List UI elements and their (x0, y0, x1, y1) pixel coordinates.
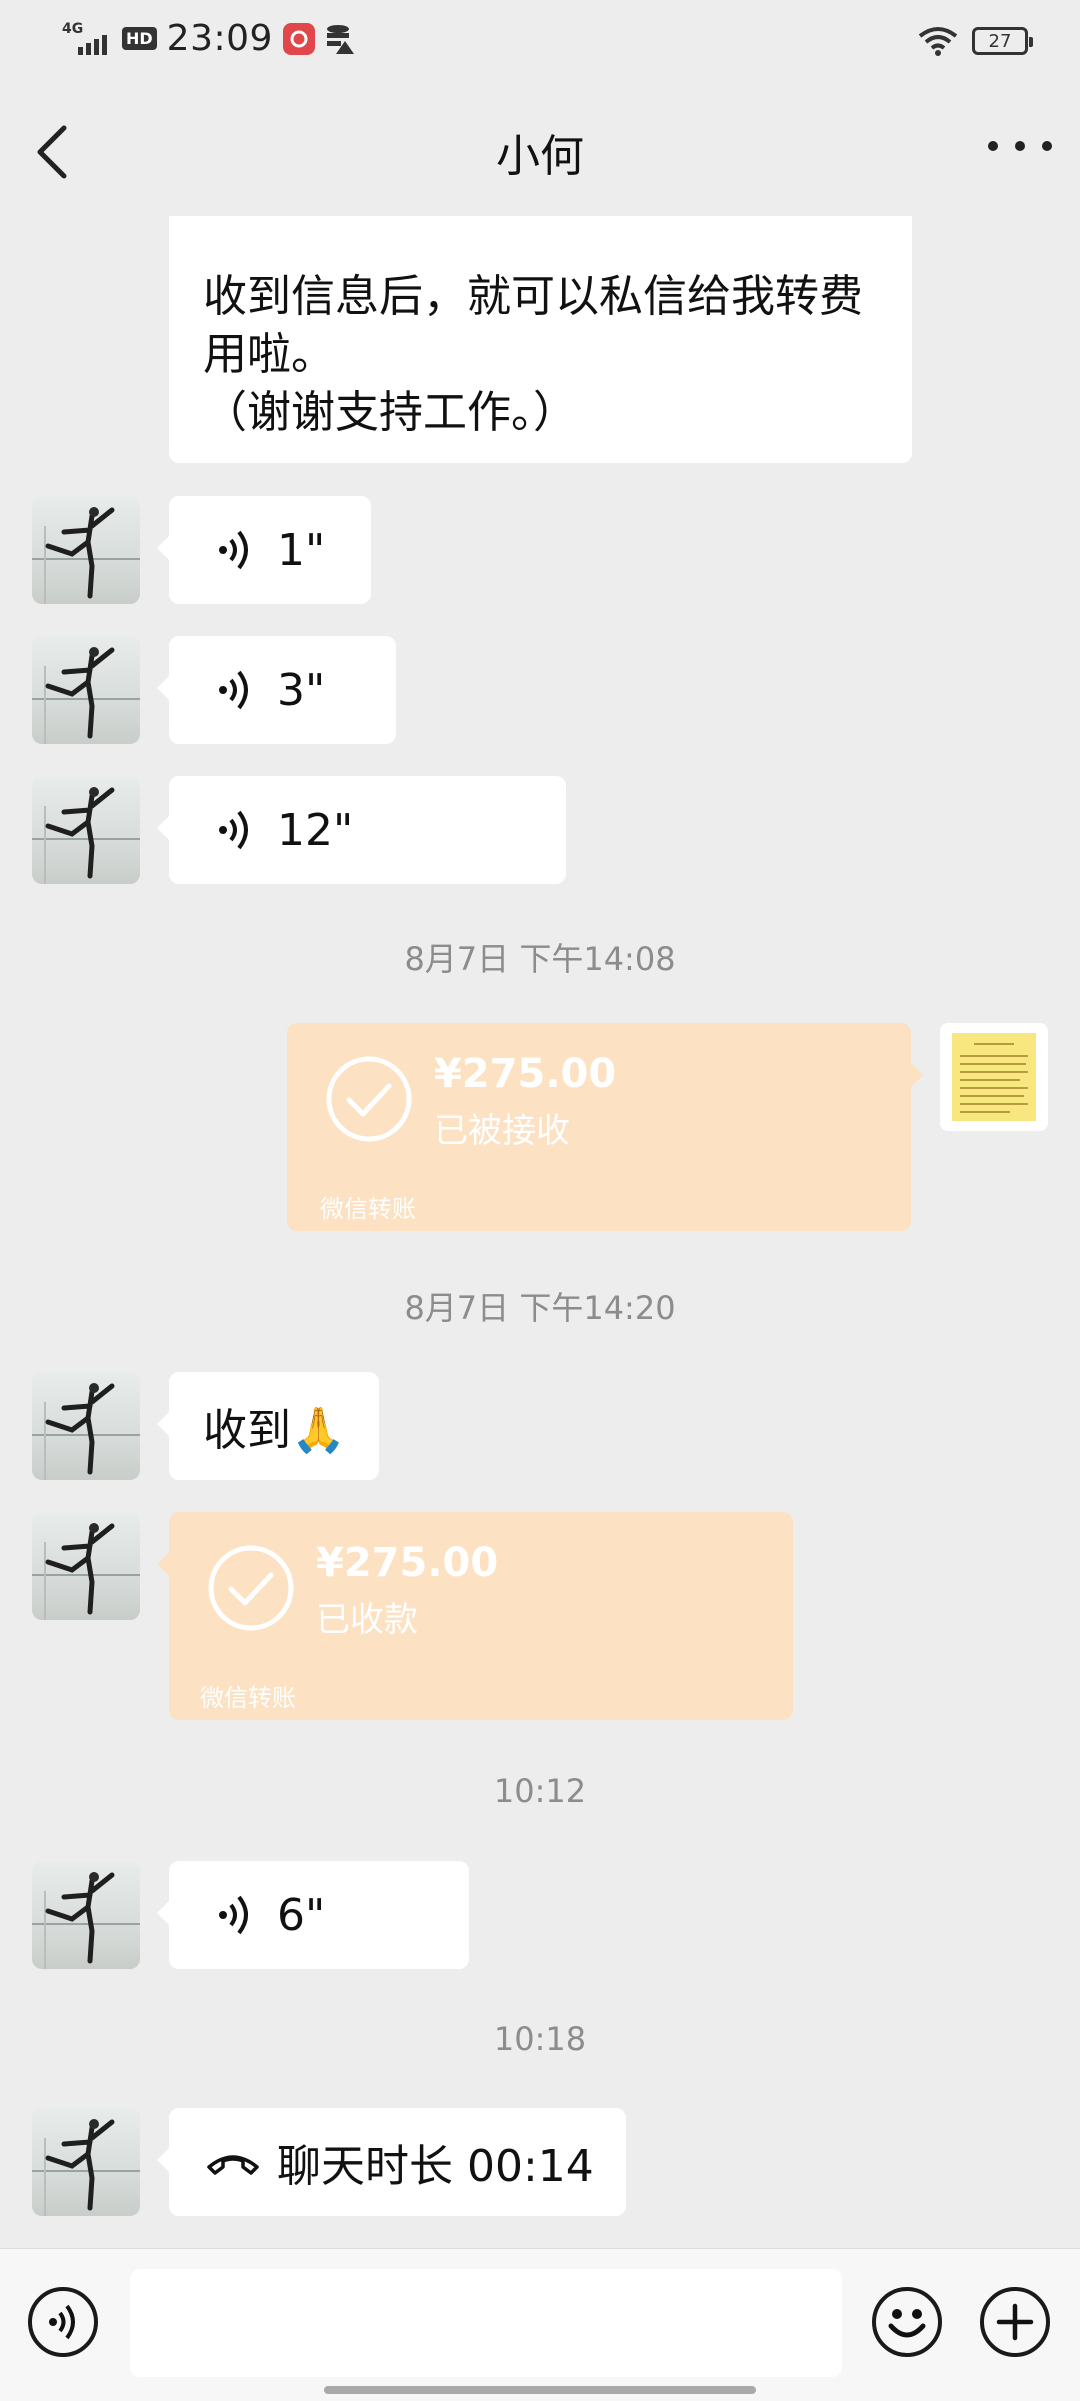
transfer-card-sent[interactable]: ¥275.00 已被接收 微信转账 (287, 1023, 923, 1231)
voice-message[interactable]: 12" (157, 776, 566, 884)
voice-toggle-icon[interactable] (28, 2287, 98, 2357)
avatar[interactable] (32, 1512, 140, 1620)
data-warning-icon (326, 24, 354, 54)
message-input[interactable] (130, 2269, 842, 2377)
status-bar: 4G HD 23:09 27 (0, 0, 1080, 86)
signal-group: 4G (62, 21, 112, 55)
signal-icon (78, 25, 107, 55)
call-duration-text: 聊天时长 00:14 (277, 2141, 594, 2192)
voice-duration: 12" (277, 804, 354, 856)
app-notification-icon (282, 22, 315, 55)
voice-wave-icon (219, 1895, 248, 1935)
voice-wave-icon (219, 670, 248, 710)
clock: 23:09 (166, 18, 273, 59)
message-text-line: 用啦。 (203, 329, 335, 380)
avatar[interactable] (32, 1861, 140, 1969)
voice-message[interactable]: 1" (157, 496, 371, 604)
timestamp: 8月7日 下午14:08 (404, 940, 676, 978)
message-text-line: （谢谢支持工作。） (203, 387, 577, 438)
avatar[interactable] (32, 636, 140, 744)
more-dots-icon[interactable] (988, 134, 1052, 158)
call-record-message[interactable]: 聊天时长 00:14 (157, 2108, 626, 2216)
emoji-icon[interactable] (872, 2287, 942, 2357)
status-left: 4G HD 23:09 (62, 18, 355, 59)
chat-title: 小何 (496, 131, 584, 182)
my-avatar[interactable] (940, 1023, 1048, 1131)
avatar[interactable] (32, 2108, 140, 2216)
voice-wave-icon (219, 530, 248, 570)
transfer-source: 微信转账 (200, 1684, 296, 1712)
transfer-source: 微信转账 (320, 1195, 416, 1223)
voice-duration: 3" (277, 664, 326, 716)
transfer-status: 已被接收 (434, 1111, 570, 1151)
timestamp: 10:18 (493, 2020, 587, 2058)
battery-level: 27 (988, 30, 1012, 52)
voice-duration: 6" (277, 1889, 326, 1941)
status-right: 27 (918, 26, 1033, 56)
input-bar (0, 2248, 1080, 2401)
voice-message[interactable]: 3" (157, 636, 396, 744)
avatar[interactable] (32, 496, 140, 604)
transfer-card-received[interactable]: ¥275.00 已收款 微信转账 (157, 1512, 793, 1720)
message-text: 收到🙏 (203, 1405, 346, 1456)
check-circle-icon (326, 1056, 412, 1142)
transfer-status: 已收款 (316, 1600, 418, 1640)
voice-wave-icon (219, 810, 248, 850)
message-text-line: 收到信息后，就可以私信给我转费 (203, 271, 863, 322)
timestamp: 8月7日 下午14:20 (404, 1289, 676, 1327)
transfer-amount: ¥275.00 (434, 1051, 617, 1097)
text-message[interactable]: 收到🙏 (157, 1372, 379, 1480)
timestamp: 10:12 (493, 1772, 587, 1810)
hd-badge: HD (122, 27, 157, 50)
wifi-icon (918, 27, 958, 56)
avatar[interactable] (32, 1372, 140, 1480)
check-circle-icon (208, 1545, 294, 1631)
battery-icon: 27 (972, 27, 1033, 55)
voice-duration: 1" (277, 524, 326, 576)
avatar[interactable] (32, 776, 140, 884)
home-indicator[interactable] (324, 2386, 756, 2394)
document-thumbnail-icon (952, 1033, 1036, 1121)
voice-message[interactable]: 6" (157, 1861, 469, 1969)
phone-hangup-icon (207, 2155, 259, 2175)
chat-header: 小何 (0, 86, 1080, 216)
plus-icon[interactable] (980, 2287, 1050, 2357)
transfer-amount: ¥275.00 (316, 1540, 499, 1586)
text-message[interactable]: 收到信息后，就可以私信给我转费 用啦。 （谢谢支持工作。） (169, 216, 912, 463)
